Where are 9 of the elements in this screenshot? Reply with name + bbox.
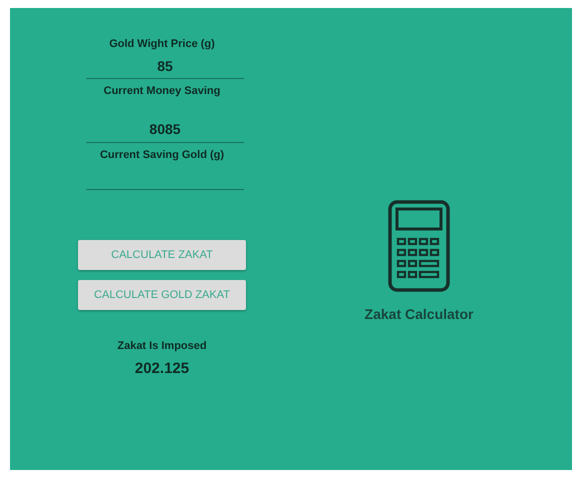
field-label: Current Money Saving [104, 85, 220, 97]
result-label: Zakat Is Imposed [117, 340, 207, 352]
field-label: Current Saving Gold (g) [100, 149, 224, 161]
field-label: Gold Wight Price (g) [109, 38, 215, 50]
calculator-icon [388, 200, 450, 292]
app-title: Zakat Calculator [364, 306, 474, 322]
result-value: 202.125 [134, 360, 190, 377]
input-field[interactable]: 8085 [86, 101, 244, 143]
input-field[interactable]: 85 [86, 54, 244, 79]
